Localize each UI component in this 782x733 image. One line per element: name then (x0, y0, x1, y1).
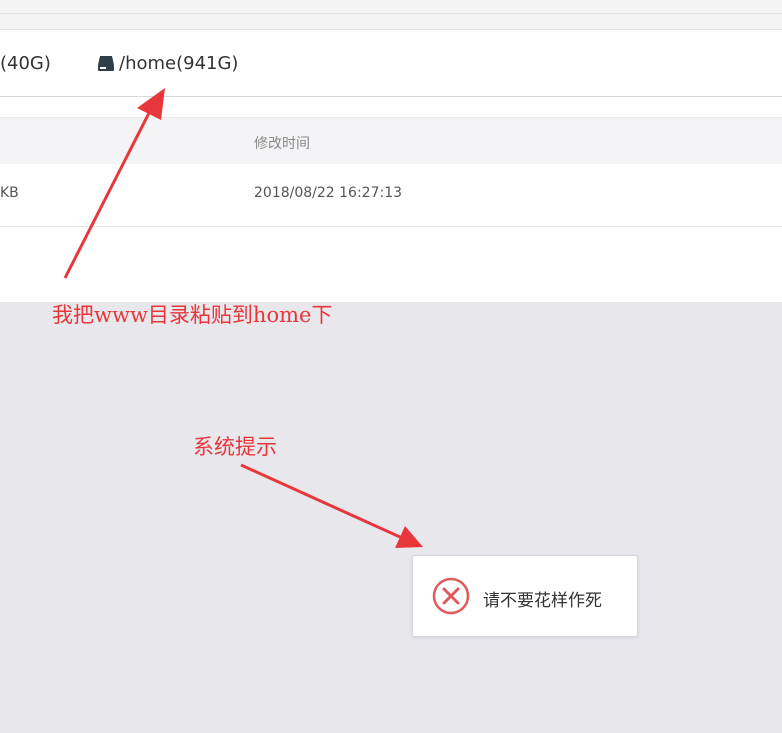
disk-label: (40G) (0, 52, 51, 74)
file-manager-screenshot: (40G) /home(941G) 修改时间 KB 2018/08/22 16:… (0, 0, 782, 733)
file-table: 修改时间 KB 2018/08/22 16:27:13 (0, 97, 782, 302)
error-circle-icon (432, 577, 470, 615)
cell-mtime: 2018/08/22 16:27:13 (254, 185, 403, 201)
column-header-mtime[interactable]: 修改时间 (254, 133, 310, 153)
toast-message: 请不要花样作死 (412, 555, 638, 637)
disk-item-home[interactable]: /home(941G) (97, 50, 238, 76)
annotation-paste-note: 我把www目录粘贴到home下 (52, 303, 333, 327)
table-header: 修改时间 (0, 117, 782, 165)
drive-icon (97, 54, 115, 72)
cell-size: KB (0, 185, 19, 201)
disk-item-partial[interactable]: (40G) (0, 50, 51, 76)
disk-list: (40G) /home(941G) (0, 30, 782, 97)
disk-label: /home(941G) (119, 52, 239, 74)
toast-text: 请不要花样作死 (483, 591, 602, 611)
toolbar-divider (0, 13, 782, 14)
arrow-to-toast (240, 463, 423, 548)
annotation-system-hint: 系统提示 (193, 435, 277, 459)
table-row[interactable]: KB 2018/08/22 16:27:13 (0, 164, 782, 227)
toolbar-strip (0, 0, 782, 30)
